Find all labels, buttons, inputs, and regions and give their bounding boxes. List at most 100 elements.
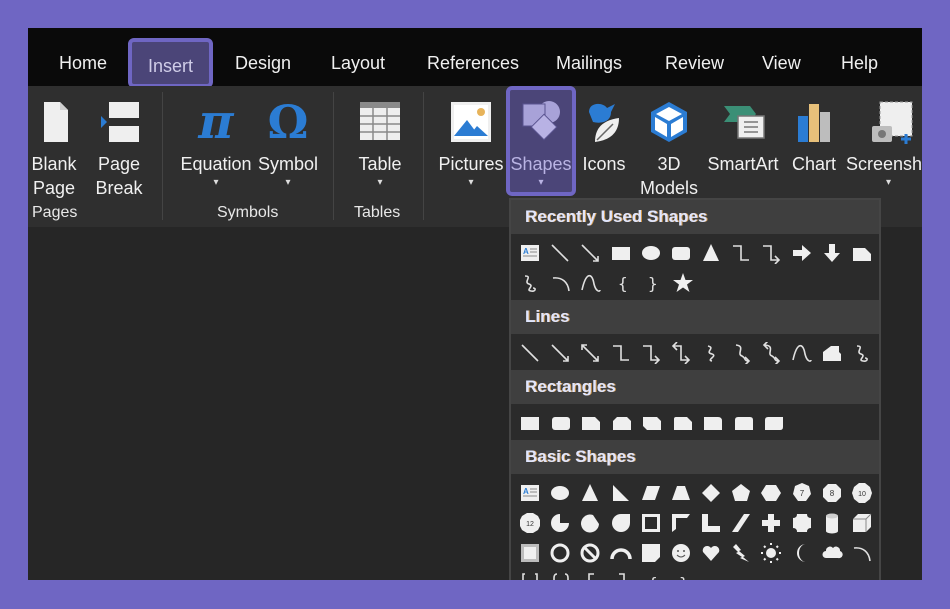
shape-arc[interactable]: [546, 269, 577, 297]
shape-curve[interactable]: [787, 339, 817, 367]
screenshot-button[interactable]: Screensh ▾: [846, 86, 922, 190]
shape-cross[interactable]: [756, 509, 786, 537]
shape-rectangle[interactable]: [606, 239, 636, 267]
shape-donut[interactable]: [545, 539, 575, 567]
3d-models-button[interactable]: 3D Models: [638, 86, 700, 200]
tab-design[interactable]: Design: [235, 28, 291, 86]
shape-round-diagonal[interactable]: [759, 409, 790, 437]
equation-button[interactable]: π Equation ▾: [176, 86, 256, 190]
shape-diagonal-stripe[interactable]: [726, 509, 756, 537]
shape-moon[interactable]: [787, 539, 817, 567]
shape-down-arrow[interactable]: [817, 239, 847, 267]
shape-curve[interactable]: [576, 269, 607, 297]
shape-isosceles-triangle[interactable]: [575, 479, 605, 507]
shape-curved-arrow-connector[interactable]: [726, 339, 756, 367]
shape-oval[interactable]: [636, 239, 666, 267]
icons-button[interactable]: Icons: [578, 86, 630, 176]
tab-home[interactable]: Home: [59, 28, 107, 86]
shape-rounded-rectangle[interactable]: [666, 239, 696, 267]
shape-no-symbol[interactable]: [575, 539, 605, 567]
shape-arc[interactable]: [847, 539, 877, 567]
shape-left-bracket[interactable]: [576, 569, 607, 580]
shape-rounded-rectangle[interactable]: [546, 409, 577, 437]
symbol-button[interactable]: Ω Symbol ▾: [256, 86, 320, 190]
tab-layout[interactable]: Layout: [331, 28, 385, 86]
shape-left-brace[interactable]: {: [637, 569, 668, 580]
shape-snip-round-single[interactable]: [668, 409, 699, 437]
shape-line[interactable]: [515, 339, 545, 367]
shape-lightning-bolt[interactable]: [726, 539, 756, 567]
shape-pie[interactable]: [545, 509, 575, 537]
shape-dodecagon[interactable]: 12: [515, 509, 545, 537]
shape-text-box[interactable]: A: [515, 479, 545, 507]
page-break-button[interactable]: Page Break: [88, 86, 150, 200]
shape-elbow-arrow-connector[interactable]: [756, 239, 786, 267]
shape-block-arc[interactable]: [606, 539, 636, 567]
shape-cloud[interactable]: [817, 539, 847, 567]
shape-double-bracket[interactable]: [515, 569, 546, 580]
tab-references[interactable]: References: [427, 28, 519, 86]
shape-heptagon[interactable]: 7: [787, 479, 817, 507]
shape-snip-rectangle[interactable]: [847, 239, 877, 267]
shape-elbow-connector[interactable]: [606, 339, 636, 367]
shape-plaque[interactable]: [787, 509, 817, 537]
shape-elbow-double-arrow[interactable]: [666, 339, 696, 367]
shape-heart[interactable]: [696, 539, 726, 567]
tab-mailings[interactable]: Mailings: [556, 28, 622, 86]
shape-frame[interactable]: [636, 509, 666, 537]
shape-parallelogram[interactable]: [636, 479, 666, 507]
shape-smiley-face[interactable]: [666, 539, 696, 567]
shape-snip-single-corner[interactable]: [576, 409, 607, 437]
shape-arrow-line[interactable]: [575, 239, 605, 267]
shape-left-brace[interactable]: {: [607, 269, 638, 297]
shape-freeform[interactable]: [817, 339, 847, 367]
shape-half-frame[interactable]: [666, 509, 696, 537]
shape-elbow-arrow-connector[interactable]: [636, 339, 666, 367]
shape-sun[interactable]: [756, 539, 786, 567]
pictures-button[interactable]: Pictures ▾: [438, 86, 504, 190]
shape-right-brace[interactable]: }: [637, 269, 668, 297]
shape-cube[interactable]: [847, 509, 877, 537]
shape-snip-diagonal[interactable]: [637, 409, 668, 437]
shape-round-single-corner[interactable]: [698, 409, 729, 437]
tab-view[interactable]: View: [762, 28, 801, 86]
shape-scribble[interactable]: [847, 339, 877, 367]
shape-round-same-side[interactable]: [729, 409, 760, 437]
shapes-button[interactable]: Shapes ▾: [506, 86, 576, 196]
shape-right-brace[interactable]: }: [668, 569, 699, 580]
shape-can[interactable]: [817, 509, 847, 537]
tab-review[interactable]: Review: [665, 28, 724, 86]
shape-trapezoid[interactable]: [666, 479, 696, 507]
shape-scribble[interactable]: [515, 269, 546, 297]
shape-chord[interactable]: [575, 509, 605, 537]
shape-folded-corner[interactable]: [636, 539, 666, 567]
shape-curved-double-arrow[interactable]: [756, 339, 786, 367]
shape-octagon[interactable]: 8: [817, 479, 847, 507]
shape-line[interactable]: [545, 239, 575, 267]
shape-diamond[interactable]: [696, 479, 726, 507]
shape-arrow-line[interactable]: [545, 339, 575, 367]
blank-page-button[interactable]: Blank Page: [28, 86, 80, 200]
shape-oval[interactable]: [545, 479, 575, 507]
shape-pentagon[interactable]: [726, 479, 756, 507]
shape-bevel[interactable]: [515, 539, 545, 567]
table-button[interactable]: Table ▾: [350, 86, 410, 190]
shape-right-triangle[interactable]: [606, 479, 636, 507]
shape-teardrop[interactable]: [606, 509, 636, 537]
shape-right-arrow[interactable]: [787, 239, 817, 267]
shape-text-box[interactable]: A: [515, 239, 545, 267]
shape-decagon[interactable]: 10: [847, 479, 877, 507]
shape-curved-connector[interactable]: [696, 339, 726, 367]
shape-isosceles-triangle[interactable]: [696, 239, 726, 267]
shape-star-5-point[interactable]: [668, 269, 699, 297]
shape-double-arrow-line[interactable]: [575, 339, 605, 367]
smartart-button[interactable]: SmartArt: [703, 86, 783, 176]
shape-elbow-connector[interactable]: [726, 239, 756, 267]
shape-rectangle[interactable]: [515, 409, 546, 437]
shape-hexagon[interactable]: [756, 479, 786, 507]
shape-double-brace[interactable]: [546, 569, 577, 580]
tab-insert[interactable]: Insert: [128, 38, 214, 88]
shape-snip-same-side[interactable]: [607, 409, 638, 437]
shape-l-shape[interactable]: [696, 509, 726, 537]
chart-button[interactable]: Chart: [786, 86, 842, 176]
